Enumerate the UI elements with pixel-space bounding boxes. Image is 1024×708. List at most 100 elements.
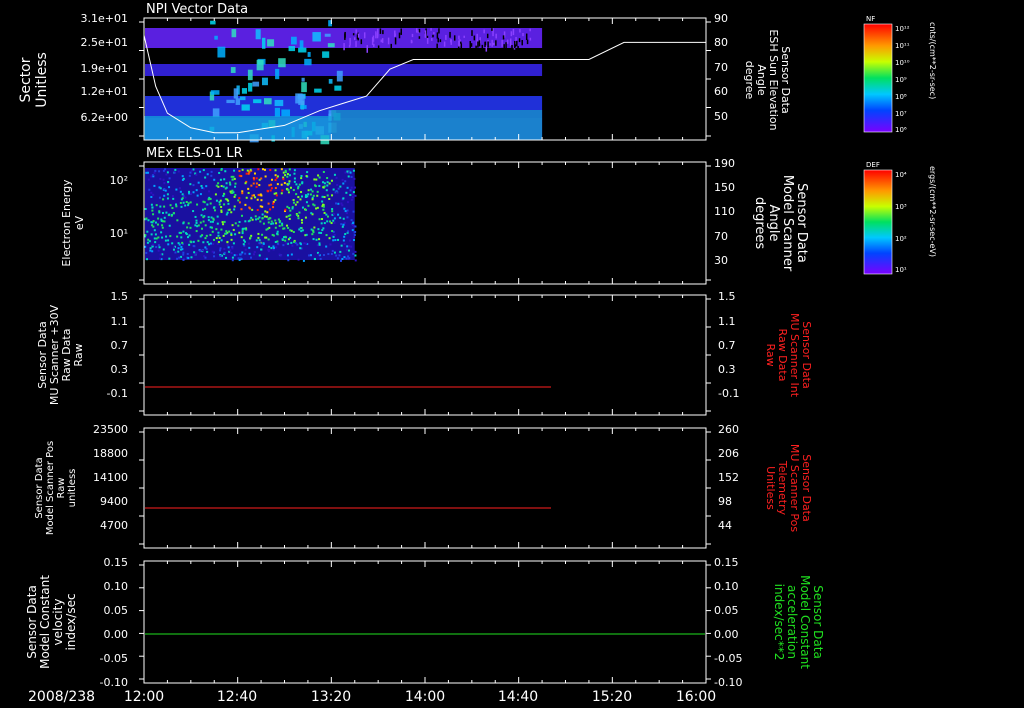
p1-speckle [437,37,439,43]
p2-pixel [180,205,183,208]
p2-pixel [321,200,324,203]
date-label: 2008/238 [28,689,95,705]
p1-speckle [511,45,513,50]
p2-pixel [220,206,223,209]
p2-pixel [188,234,191,237]
p2-pixel [354,254,357,257]
p2-pixel [172,212,175,215]
panel-4-scanner-pos: 23500 18800 14100 9400 4700 260 206 152 … [34,423,813,549]
p2-pixel [217,231,220,234]
p2-pixel [174,168,177,171]
panel-4-left-label-line-3: unitless [67,469,78,508]
p2-pixel [354,194,357,197]
p2-pixel [213,238,216,241]
p2-pixel [350,219,353,222]
p2-pixel [257,236,260,239]
p2-pixel [322,181,325,184]
p2-pixel [291,207,294,210]
p2-pixel [151,209,154,212]
p1-speckle [431,38,433,41]
p2-pixel [241,232,244,235]
p2-pixel [318,184,321,187]
p2-pixel [345,191,348,194]
p1-speckle [411,33,414,38]
p2-pixel [247,242,250,245]
p2-pixel [340,202,343,205]
p2-pixel [333,217,336,220]
p2-pixel [341,178,344,181]
p2-pixel [163,216,166,219]
p2-pixel [210,174,213,177]
p2-pixel [234,182,237,185]
p2-pixel [224,232,227,235]
p2-pixel [157,236,160,239]
time-tick-0: 12:00 [124,689,164,705]
p2-pixel [145,217,148,220]
p2-pixel [257,217,260,220]
p2-pixel [219,178,222,181]
p2-pixel [158,196,161,199]
p2-pixel [226,244,229,247]
panel-5-right-tick-2: 0.05 [714,604,739,617]
p2-pixel [245,196,248,199]
panel-1-npi-vector-data: NPI Vector Data 3.1e+01 2.5e+01 1.9e+01 … [18,2,937,145]
panel-2-left-label-line-0: Electron Energy [60,179,73,267]
p1-speckle [426,37,429,44]
p1-speckle [475,45,477,53]
p2-pixel [293,180,296,183]
p2-pixel [162,211,165,214]
p2-pixel [259,205,262,208]
p2-pixel [180,255,183,258]
p2-pixel [179,201,182,204]
p2-pixel [192,240,195,243]
p2-pixel [192,191,195,194]
p2-pixel [228,208,231,211]
p1-speckle [481,44,484,49]
p1-speckle [380,39,383,43]
p1-speckle [344,31,346,38]
p2-pixel [269,169,272,172]
p1-speckle [529,37,532,41]
p1-speckle [394,30,396,38]
p2-pixel [336,257,339,260]
p2-pixel [233,169,236,172]
p2-pixel [213,255,216,258]
p2-pixel [182,251,185,254]
p2-pixel [279,220,282,223]
p2-pixel [162,178,165,181]
p1-burst-cell [301,77,305,82]
p2-pixel [194,215,197,218]
p2-pixel [349,193,352,196]
p1-speckle [449,31,451,38]
p2-pixel [305,242,308,245]
p2-pixel [335,254,338,257]
p2-pixel [354,230,357,233]
p2-pixel [248,207,251,210]
p2-pixel [346,216,349,219]
colorbar-nf-name: NF [866,15,875,23]
p2-pixel [346,186,349,189]
p2-pixel [230,252,233,255]
p2-pixel [153,237,156,240]
p2-pixel [189,171,192,174]
p2-pixel [262,242,265,245]
p2-pixel [343,207,346,210]
p2-pixel [287,226,290,229]
p2-pixel [272,200,275,203]
p2-pixel [338,254,341,257]
p2-pixel [271,178,274,181]
p2-pixel [340,244,343,247]
p2-pixel [285,242,288,245]
p2-pixel [300,177,303,180]
p2-pixel [148,188,151,191]
p1-speckle [400,28,402,35]
p2-pixel [258,254,261,257]
p2-pixel [181,178,184,181]
p2-pixel [337,202,340,205]
time-tick-3: 14:00 [405,689,445,705]
p2-pixel [173,246,176,249]
p2-pixel [247,220,250,223]
p2-pixel [251,218,254,221]
panel-2-right-label-line-0: Sensor Data [794,183,809,263]
panel-3-right-tick-0: 1.5 [718,290,736,303]
